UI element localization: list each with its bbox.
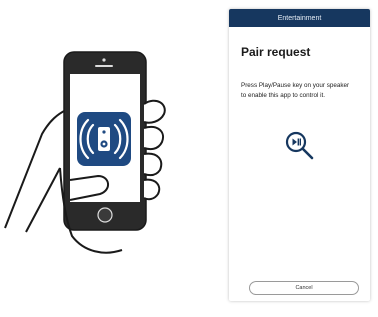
phone-speaker-slot (95, 65, 113, 67)
pair-request-screen: Entertainment Pair request Press Play/Pa… (229, 9, 370, 301)
hand-holding-phone-illustration (0, 0, 200, 312)
page-title: Pair request (241, 45, 311, 59)
app-bar-title: Entertainment (277, 14, 322, 22)
finger-2 (143, 126, 164, 151)
finger-4 (143, 178, 161, 201)
finger-1 (143, 99, 166, 124)
instruction-line-1: Press Play/Pause key on your speaker (241, 82, 350, 89)
phone-home-button (97, 207, 113, 223)
arm-outline (4, 109, 67, 229)
cancel-button[interactable]: Cancel (249, 281, 359, 295)
play-pause-search-icon (283, 129, 317, 168)
phone-camera (102, 58, 106, 62)
hand-phone-drawing (4, 51, 166, 254)
pair-instructions: Press Play/Pause key on your speaker to … (241, 81, 366, 100)
speaker-wireless-icon (77, 112, 131, 166)
app-bar: Entertainment (229, 9, 370, 27)
instruction-line-2: to enable this app to control it. (241, 91, 326, 99)
arm-outline-lower (25, 167, 61, 233)
finger-3 (143, 152, 163, 177)
cancel-button-label: Cancel (295, 285, 313, 291)
